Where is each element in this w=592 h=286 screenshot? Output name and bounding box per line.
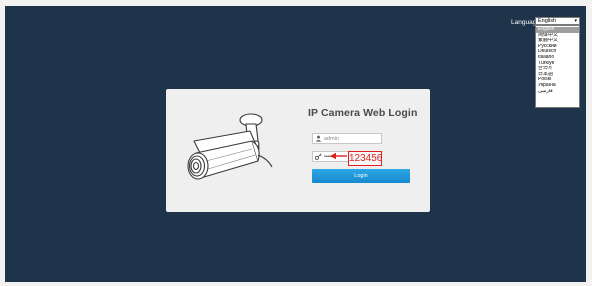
username-field[interactable]: admin bbox=[312, 133, 382, 144]
language-selected-value: English bbox=[538, 18, 557, 24]
login-title: IP Camera Web Login bbox=[308, 107, 418, 119]
language-option-persian[interactable]: فارسی bbox=[536, 89, 579, 95]
language-dropdown-list: English 简体中文 繁體中文 Русский Deutsch Italia… bbox=[535, 25, 580, 108]
login-page: Language English ▾ English 简体中文 繁體中文 Рус… bbox=[5, 6, 586, 282]
chevron-down-icon: ▾ bbox=[574, 18, 577, 24]
bullet-camera-illustration bbox=[187, 113, 273, 180]
username-value: admin bbox=[324, 136, 339, 142]
user-icon bbox=[315, 135, 322, 142]
arrow-left-icon bbox=[330, 152, 347, 160]
login-panel: IP Camera Web Login admin ••••• 123456 L… bbox=[166, 89, 430, 212]
language-select[interactable]: English ▾ bbox=[535, 17, 580, 25]
password-annotation: 123456 bbox=[348, 151, 383, 166]
key-icon bbox=[315, 153, 322, 160]
login-button[interactable]: Login bbox=[312, 169, 410, 183]
